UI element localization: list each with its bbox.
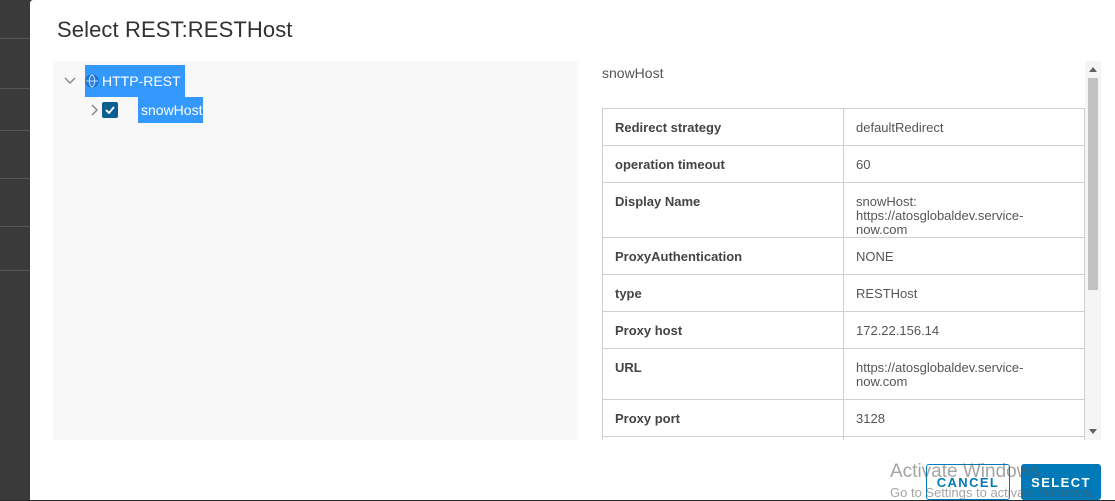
cancel-button[interactable]: CANCEL [926, 464, 1010, 500]
property-value: https://atosglobaldev.service-now.com [843, 348, 1085, 400]
scroll-up-arrow-icon[interactable] [1089, 67, 1097, 72]
property-row: operation timeout 60 [602, 145, 1085, 183]
property-row: Display Name snowHost: https://atosglobal… [602, 182, 1085, 238]
property-row [602, 436, 1085, 440]
tree-node-label: snowHost [141, 102, 203, 118]
property-value: snowHost: https://atosglobaldev.service-… [843, 182, 1085, 238]
property-key: Proxy host [602, 311, 844, 349]
globe-icon [85, 74, 99, 88]
tree-node-label: HTTP-REST [102, 73, 181, 89]
property-key: URL [602, 348, 844, 400]
properties-table-container: Redirect strategy defaultRedirect operatio… [602, 108, 1085, 440]
property-value: defaultRedirect [843, 108, 1085, 146]
scroll-down-arrow-icon[interactable] [1089, 429, 1097, 434]
select-button[interactable]: SELECT [1021, 464, 1101, 500]
property-key: Redirect strategy [602, 108, 844, 146]
property-key: Display Name [602, 182, 844, 238]
property-key: ProxyAuthentication [602, 237, 844, 275]
property-row: Proxy port 3128 [602, 399, 1085, 437]
property-row: Proxy host 172.22.156.14 [602, 311, 1085, 349]
property-value: 3128 [843, 399, 1085, 437]
tree-panel: HTTP-REST snowHost [53, 61, 579, 440]
dialog-title: Select REST:RESTHost [57, 17, 293, 42]
snowhost-checkbox[interactable] [102, 102, 118, 118]
property-value [843, 436, 1085, 440]
tree-node-label-selected[interactable]: HTTP-REST [85, 65, 185, 97]
property-key: operation timeout [602, 145, 844, 183]
scrollbar[interactable] [1085, 61, 1101, 440]
property-key [602, 436, 844, 440]
chevron-down-icon[interactable] [63, 74, 77, 88]
tree-node-http-rest[interactable]: HTTP-REST [63, 65, 185, 97]
property-key: Proxy port [602, 399, 844, 437]
property-value: 172.22.156.14 [843, 311, 1085, 349]
property-row: URL https://atosglobaldev.service-now.com [602, 348, 1085, 400]
backdrop [0, 0, 30, 500]
property-row: Redirect strategy defaultRedirect [602, 108, 1085, 146]
scrollbar-thumb[interactable] [1088, 78, 1098, 290]
select-dialog: Select REST:RESTHost HTTP-REST snowHost … [30, 0, 1115, 500]
properties-table: Redirect strategy defaultRedirect operatio… [602, 108, 1085, 440]
chevron-right-icon[interactable] [88, 103, 102, 117]
property-row: ProxyAuthentication NONE [602, 237, 1085, 275]
tree-node-label-selected[interactable]: snowHost [138, 97, 204, 123]
property-value: RESTHost [843, 274, 1085, 312]
property-value: NONE [843, 237, 1085, 275]
tree-node-snowhost[interactable]: snowHost [88, 97, 204, 123]
property-value: 60 [843, 145, 1085, 183]
property-row: type RESTHost [602, 274, 1085, 312]
detail-title: snowHost [602, 65, 664, 81]
property-key: type [602, 274, 844, 312]
